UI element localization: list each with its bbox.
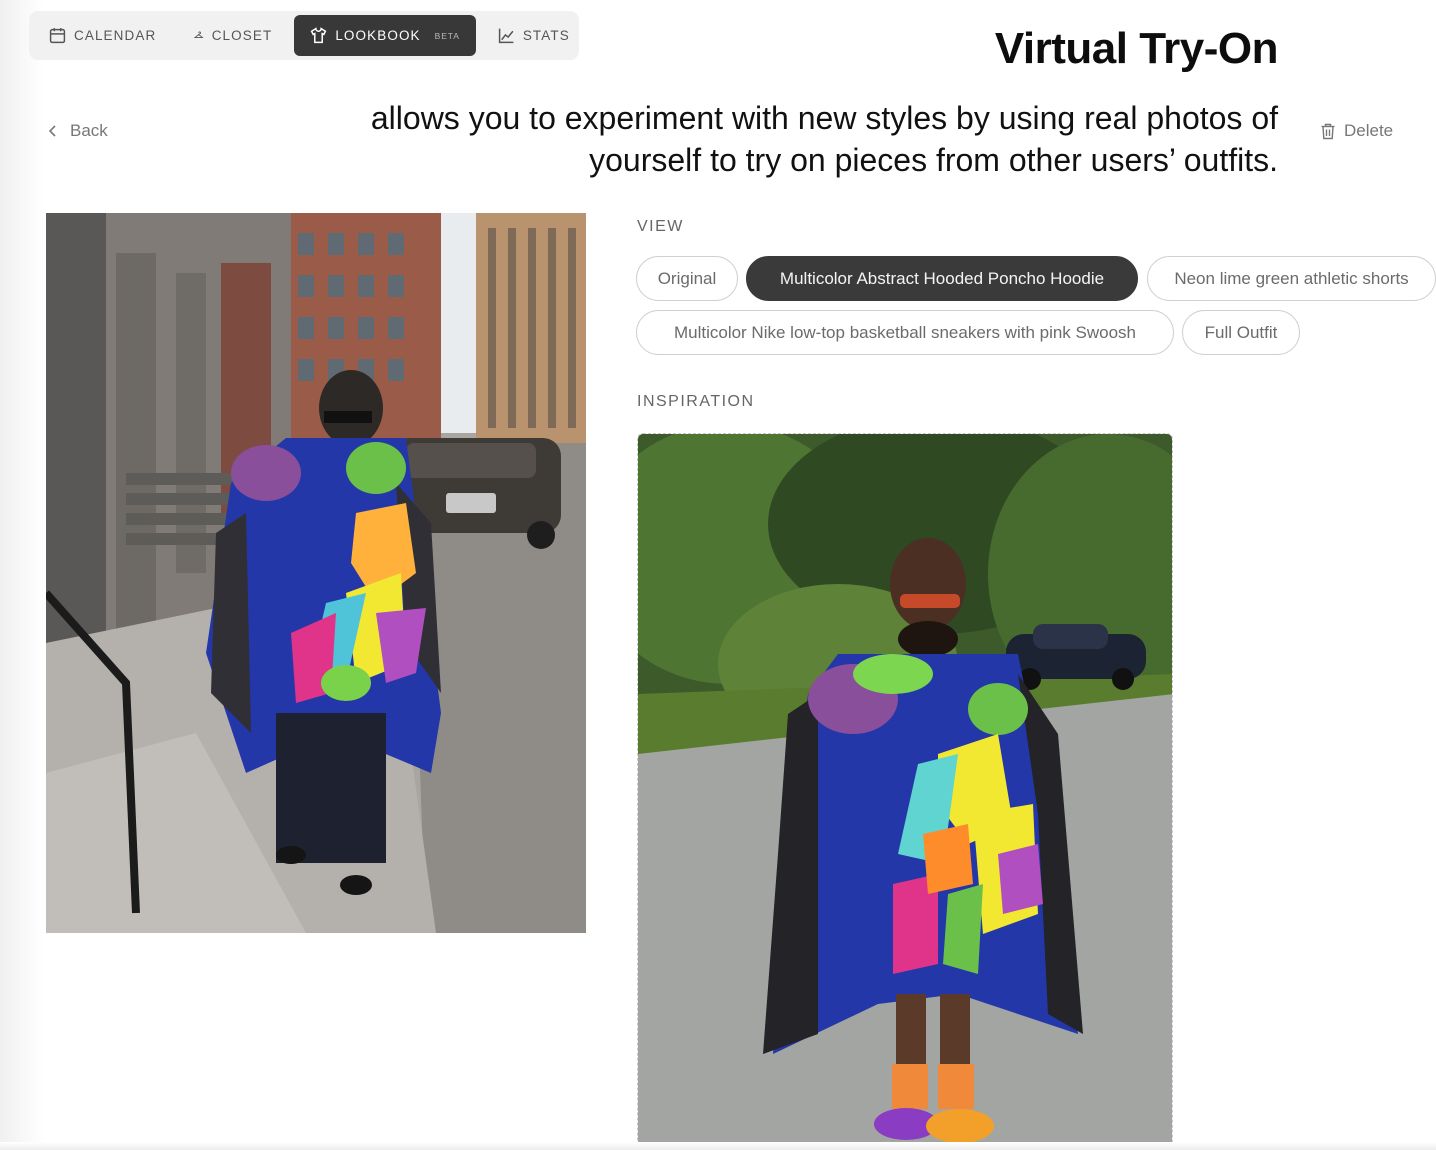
back-button[interactable]: Back bbox=[48, 121, 108, 141]
tab-stats-label: STATS bbox=[522, 28, 570, 43]
window-edge-shadow bbox=[0, 0, 44, 1150]
tab-closet[interactable]: CLOSET bbox=[178, 15, 288, 56]
hanger-icon bbox=[194, 31, 204, 38]
view-option-original[interactable]: Original bbox=[636, 256, 738, 301]
back-label: Back bbox=[70, 121, 108, 140]
tab-lookbook[interactable]: LOOKBOOK BETA bbox=[294, 15, 476, 56]
window-bottom-shadow bbox=[0, 1142, 1436, 1150]
beta-badge: BETA bbox=[434, 30, 460, 41]
calendar-icon bbox=[49, 28, 66, 44]
line-chart-icon bbox=[498, 28, 514, 44]
tab-calendar-label: CALENDAR bbox=[74, 28, 157, 43]
tryon-result-photo bbox=[46, 213, 586, 933]
shirt-icon bbox=[310, 27, 327, 44]
inspiration-photo[interactable] bbox=[637, 433, 1173, 1147]
top-nav-tabs: CALENDAR CLOSET LOOKBOOK BETA STATS bbox=[29, 11, 579, 60]
tab-lookbook-label: LOOKBOOK bbox=[335, 28, 421, 43]
chevron-left-icon bbox=[48, 125, 56, 137]
tab-calendar[interactable]: CALENDAR bbox=[33, 15, 172, 56]
view-option-sneakers[interactable]: Multicolor Nike low-top basketball sneak… bbox=[636, 310, 1174, 355]
inspiration-section-label: INSPIRATION bbox=[637, 393, 755, 410]
feature-description: allows you to experiment with new styles… bbox=[370, 100, 1278, 178]
delete-label: Delete bbox=[1344, 121, 1394, 140]
delete-button[interactable]: Delete bbox=[1320, 121, 1393, 141]
view-option-full-outfit[interactable]: Full Outfit bbox=[1182, 310, 1300, 355]
tab-stats[interactable]: STATS bbox=[482, 15, 586, 56]
tab-closet-label: CLOSET bbox=[211, 28, 273, 43]
feature-title: Virtual Try-On bbox=[994, 24, 1279, 73]
view-option-shorts[interactable]: Neon lime green athletic shorts bbox=[1147, 256, 1436, 301]
view-section-label: VIEW bbox=[637, 218, 684, 235]
view-option-hoodie[interactable]: Multicolor Abstract Hooded Poncho Hoodie bbox=[746, 256, 1138, 301]
trash-icon bbox=[1321, 123, 1335, 139]
